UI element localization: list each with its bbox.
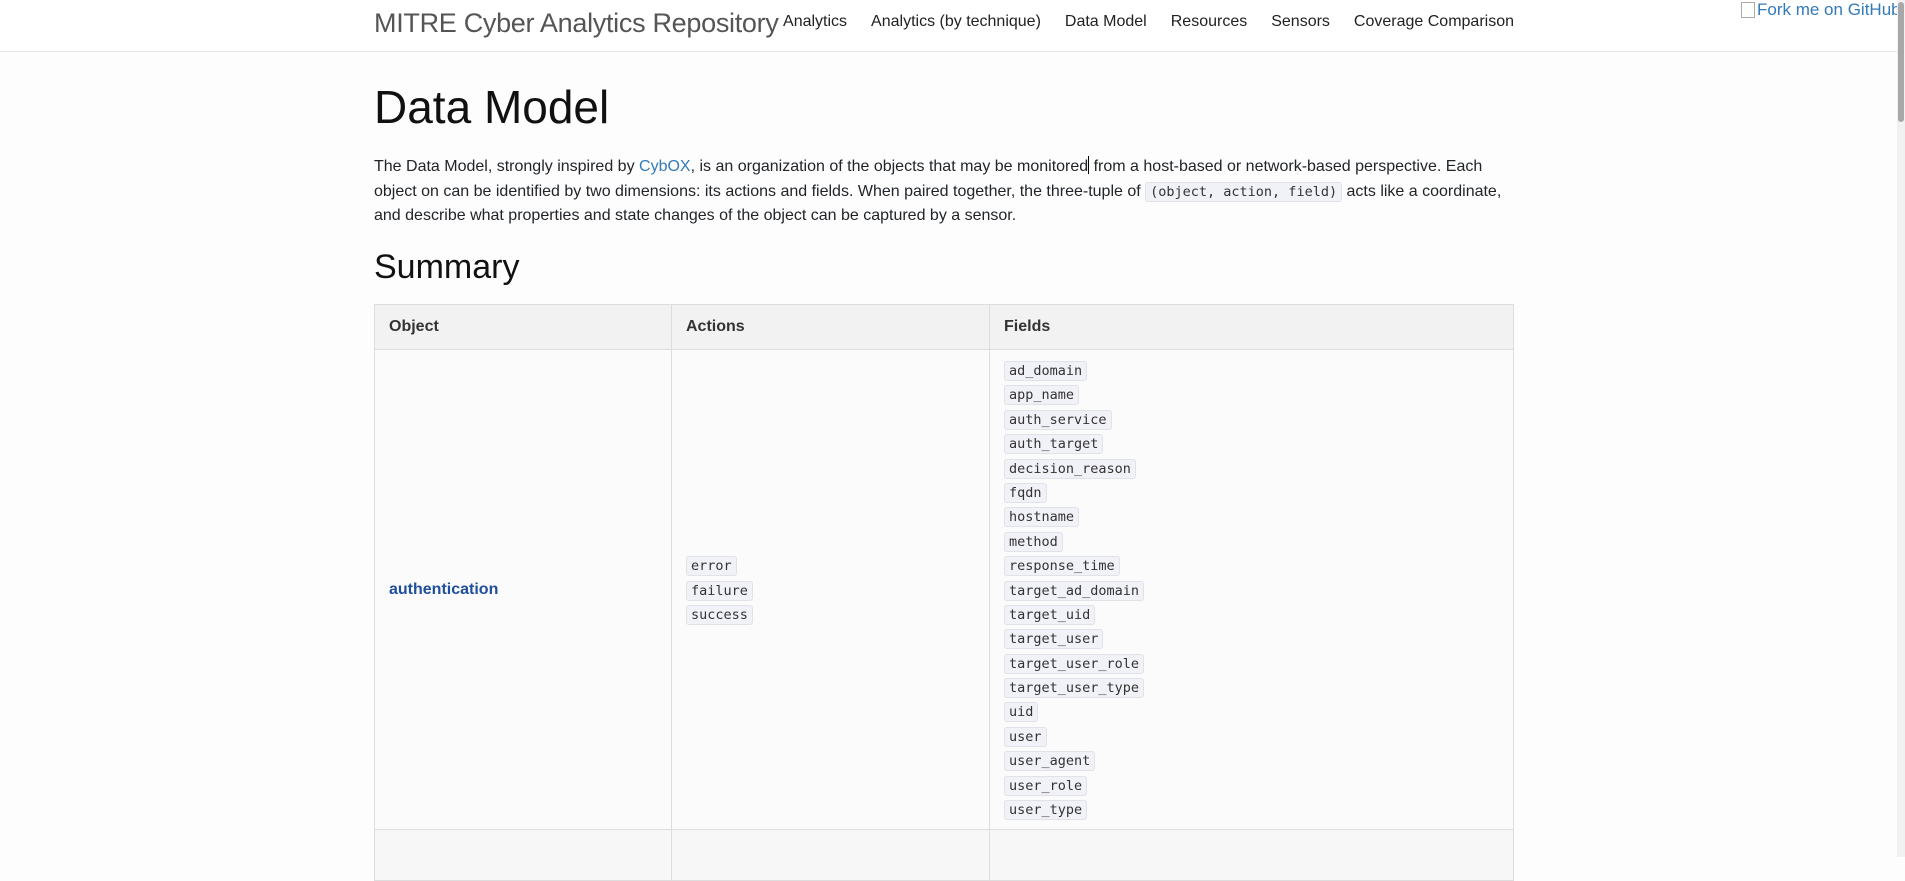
broken-image-icon [1741,2,1755,18]
fields-cell [989,829,1514,881]
intro-text-1: The Data Model, strongly inspired by [374,158,640,175]
field-code: target_ad_domain [1004,580,1145,601]
field-code: target_user [1004,629,1104,650]
field-code: ad_domain [1004,361,1088,381]
field-code: method [1004,531,1063,552]
scrollbar-thumb[interactable] [1898,2,1904,122]
header-actions: Actions [671,304,990,350]
actions-list: error failure success [686,545,975,634]
field-code: target_user_type [1004,678,1145,699]
top-navbar: MITRE Cyber Analytics Repository Analyti… [0,0,1905,52]
page-title: Data Model [374,81,610,133]
field-code: auth_service [1004,409,1112,430]
actions-cell: error failure success [671,348,990,831]
brand-link[interactable]: MITRE Cyber Analytics Repository [374,8,779,39]
tuple-code: (object, action, field) [1145,181,1343,202]
field-code: target_uid [1004,604,1096,625]
nav-analytics-by-technique[interactable]: Analytics (by technique) [871,13,1041,31]
intro-paragraph: The Data Model, strongly inspired by Cyb… [374,155,1514,229]
header-fields: Fields [989,304,1514,350]
header-object: Object [374,304,672,350]
field-code: app_name [1004,385,1080,406]
object-cell [374,829,672,881]
field-code: decision_reason [1004,458,1136,479]
nav-sensors[interactable]: Sensors [1271,13,1330,31]
summary-heading: Summary [374,248,520,286]
fields-list: ad_domain app_name auth_service auth_tar… [1004,350,1499,829]
action-code: failure [686,580,753,601]
nav-coverage-comparison[interactable]: Coverage Comparison [1354,13,1514,31]
field-code: user_type [1004,800,1088,821]
field-code: response_time [1004,556,1120,577]
intro-text-2: , is an organization of the objects that… [690,158,1089,175]
fork-github-banner[interactable]: Fork me on GitHub [1741,0,1901,20]
field-code: user [1004,726,1047,747]
object-cell: authentication [374,348,672,831]
field-code: fqdn [1004,482,1047,503]
nav-analytics[interactable]: Analytics [783,13,847,31]
table-header-row: Object Actions Fields [374,304,1514,350]
field-code: user_agent [1004,751,1096,772]
fields-cell: ad_domain app_name auth_service auth_tar… [989,348,1514,831]
fork-github-alt-text: Fork me on GitHub [1757,0,1901,19]
nav-data-model[interactable]: Data Model [1065,13,1147,31]
field-code: target_user_role [1004,653,1145,674]
cybox-link[interactable]: CybOX [639,158,691,175]
field-code: hostname [1004,507,1080,528]
page-scrollbar[interactable] [1897,0,1905,857]
table-row [374,829,1514,881]
field-code: user_role [1004,775,1088,796]
data-model-table: Object Actions Fields authentication err… [374,304,1514,881]
field-code: auth_target [1004,434,1104,455]
action-code: error [686,556,737,577]
action-code: success [686,604,753,625]
object-link-authentication[interactable]: authentication [389,581,498,598]
nav-resources[interactable]: Resources [1171,13,1247,31]
field-code: uid [1004,702,1039,723]
actions-cell [671,829,990,881]
table-row: authentication error failure success ad_… [374,348,1514,831]
nav-links: Analytics Analytics (by technique) Data … [783,13,1514,31]
